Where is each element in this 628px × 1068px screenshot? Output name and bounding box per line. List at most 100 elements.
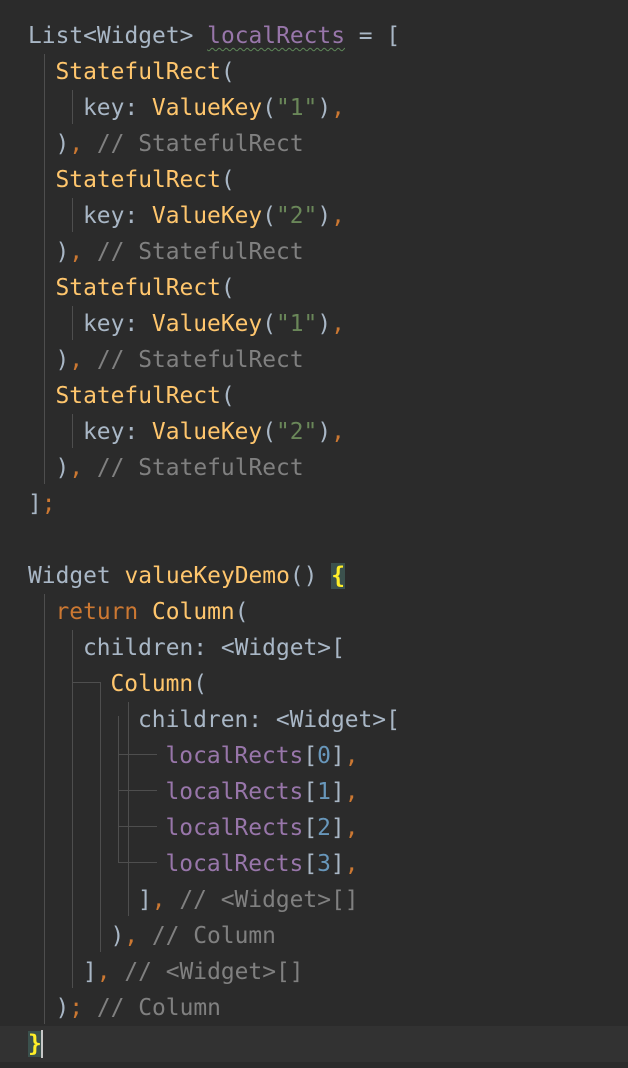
code-token: ValueKey	[151, 95, 263, 121]
code-token: valueKeyDemo	[124, 563, 290, 589]
indent-guide	[72, 90, 73, 124]
code-token: ]	[330, 743, 345, 769]
code-token: ]	[83, 959, 97, 985]
code-token: 1	[317, 779, 331, 805]
code-token: ,	[344, 743, 359, 769]
code-line[interactable]: StatefulRect(	[0, 162, 628, 198]
code-line-content: StatefulRect(	[56, 378, 235, 414]
code-line[interactable]: localRects[1],	[0, 774, 628, 810]
code-token: ,	[344, 815, 359, 841]
code-token: // Column	[83, 995, 221, 1021]
code-line[interactable]: StatefulRect(	[0, 378, 628, 414]
code-token: 3	[317, 851, 331, 877]
code-token: ,	[331, 419, 345, 445]
code-line[interactable]: ), // StatefulRect	[0, 126, 628, 162]
code-token: Column	[151, 599, 235, 625]
code-token: ValueKey	[151, 419, 263, 445]
code-token: "1"	[275, 311, 318, 337]
code-token: {	[331, 563, 346, 589]
code-line[interactable]: List<Widget> localRects = [	[0, 18, 628, 54]
code-line[interactable]: ), // StatefulRect	[0, 234, 628, 270]
code-line[interactable]: children: <Widget>[	[0, 630, 628, 666]
code-token: ,	[344, 851, 359, 877]
code-line-content: ], // <Widget>[]	[83, 954, 304, 990]
code-line[interactable]: localRects[3],	[0, 846, 628, 882]
code-token: // StatefulRect	[83, 131, 304, 157]
code-line[interactable]: ); // Column	[0, 990, 628, 1026]
indent-guide	[72, 306, 73, 340]
code-line-content: return Column(	[56, 594, 249, 630]
code-token: )	[317, 419, 332, 445]
code-token: (	[262, 203, 276, 229]
code-token: StatefulRect	[55, 59, 221, 85]
code-line[interactable]: Column(	[0, 666, 628, 702]
code-editor[interactable]: List<Widget> localRects = [StatefulRect(…	[0, 0, 628, 1068]
code-line-content: ), // Column	[111, 918, 276, 954]
code-line[interactable]: StatefulRect(	[0, 54, 628, 90]
tree-connector	[118, 862, 157, 863]
code-line[interactable]: key: ValueKey("1"),	[0, 90, 628, 126]
code-token: ,	[331, 95, 345, 121]
code-token: = [	[345, 23, 401, 49]
code-token: (	[220, 383, 235, 409]
code-token: // StatefulRect	[83, 455, 304, 481]
code-line-content: StatefulRect(	[56, 162, 235, 198]
indent-guide	[44, 54, 45, 484]
code-token: Column	[110, 671, 194, 697]
code-line-content: localRects[1],	[166, 774, 359, 810]
code-line[interactable]	[0, 522, 628, 558]
code-line[interactable]: key: ValueKey("2"),	[0, 414, 628, 450]
code-line-content: StatefulRect(	[56, 270, 235, 306]
indent-guide	[118, 716, 119, 862]
code-line[interactable]: ), // StatefulRect	[0, 450, 628, 486]
code-token: Widget	[28, 563, 125, 589]
indent-guide	[100, 682, 101, 952]
code-line-content: localRects[2],	[166, 810, 359, 846]
code-token: ]	[330, 851, 345, 877]
code-line[interactable]: key: ValueKey("1"),	[0, 306, 628, 342]
code-token: ,	[69, 455, 84, 481]
indent-guide	[128, 702, 129, 916]
tree-connector	[72, 682, 100, 683]
code-token: (	[220, 167, 235, 193]
code-token: ]	[28, 491, 42, 517]
code-token: // Column	[138, 923, 276, 949]
code-token: ValueKey	[151, 311, 263, 337]
code-token: [	[303, 779, 318, 805]
code-token: )	[317, 203, 332, 229]
code-line[interactable]: ], // <Widget>[]	[0, 882, 628, 918]
code-token: ,	[124, 923, 139, 949]
code-line[interactable]: children: <Widget>[	[0, 702, 628, 738]
code-token: ]	[138, 887, 152, 913]
code-token: }	[28, 1031, 42, 1057]
code-token: [	[303, 851, 318, 877]
code-token: "2"	[275, 203, 318, 229]
code-line[interactable]: key: ValueKey("2"),	[0, 198, 628, 234]
code-token: localRects	[207, 23, 345, 49]
code-line[interactable]: }	[0, 1026, 628, 1062]
code-token: ;	[41, 491, 56, 517]
code-token: key:	[83, 419, 152, 445]
code-line[interactable]: return Column(	[0, 594, 628, 630]
code-line-content: children: <Widget>[	[138, 702, 400, 738]
code-line-content: ), // StatefulRect	[56, 342, 304, 378]
tree-connector	[118, 826, 157, 827]
code-token: localRects	[165, 851, 304, 877]
code-line-content: localRects[3],	[166, 846, 359, 882]
code-token: ]	[330, 815, 345, 841]
code-line[interactable]: StatefulRect(	[0, 270, 628, 306]
code-token: ValueKey	[151, 203, 263, 229]
code-line[interactable]: ], // <Widget>[]	[0, 954, 628, 990]
code-line[interactable]: Widget valueKeyDemo() {	[0, 558, 628, 594]
code-line[interactable]: ];	[0, 486, 628, 522]
code-line-content: }	[28, 1026, 42, 1062]
code-line[interactable]: ), // StatefulRect	[0, 342, 628, 378]
code-token: 0	[317, 743, 331, 769]
code-line[interactable]: localRects[0],	[0, 738, 628, 774]
code-token: "2"	[275, 419, 318, 445]
code-token: ()	[289, 563, 332, 589]
code-line[interactable]: ), // Column	[0, 918, 628, 954]
code-token: // StatefulRect	[83, 239, 304, 265]
code-line[interactable]: localRects[2],	[0, 810, 628, 846]
code-token: 2	[317, 815, 331, 841]
